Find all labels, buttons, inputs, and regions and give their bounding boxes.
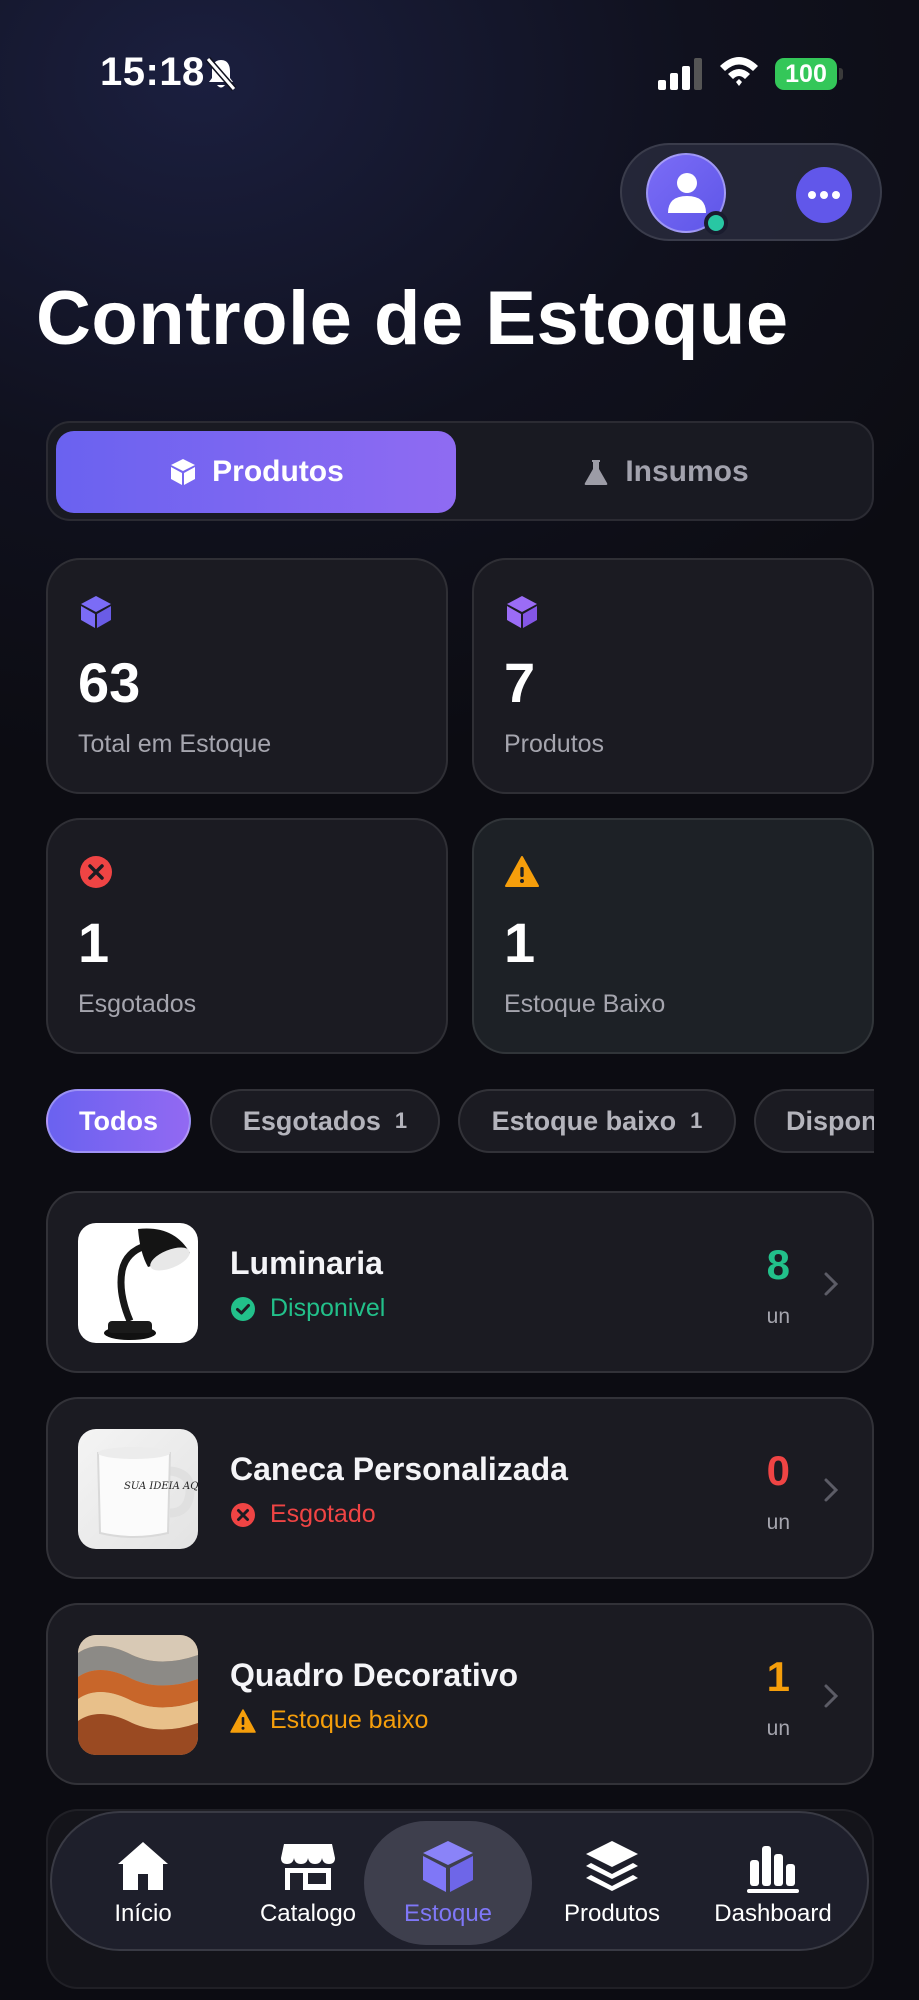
cube-icon — [507, 596, 537, 628]
chip-count: 1 — [394, 1108, 408, 1133]
stat-value: 1 — [78, 911, 110, 974]
warning-icon — [505, 856, 539, 887]
product-unit: un — [766, 1717, 790, 1740]
mug-print-text: SUA IDEIA AQUI! — [124, 1481, 198, 1492]
filter-chip-esgotados[interactable]: Esgotados 1 — [210, 1089, 440, 1153]
stat-label: Total em Estoque — [78, 730, 272, 758]
stat-value: 1 — [504, 911, 536, 974]
filter-chip-disponivel[interactable]: Disponivel — [754, 1089, 874, 1153]
product-card-quadro-decorativo[interactable]: Quadro Decorativo Estoque baixo 1 un — [46, 1603, 874, 1785]
product-status: Disponivel — [230, 1294, 385, 1323]
check-circle-icon — [231, 1296, 255, 1321]
product-unit: un — [766, 1305, 790, 1328]
product-status-label: Estoque baixo — [270, 1706, 429, 1734]
segment-label: Produtos — [212, 455, 344, 488]
filter-chips: Todos Esgotados 1 Estoque baixo 1 Dispon… — [46, 1089, 874, 1155]
chip-label: Esgotados — [242, 1105, 381, 1136]
tab-label: Dashboard — [714, 1900, 832, 1927]
bar-chart-icon — [747, 1846, 799, 1893]
filter-chip-todos[interactable]: Todos — [46, 1089, 191, 1153]
product-name: Luminaria — [230, 1245, 383, 1281]
status-bar: 15:18 100 — [0, 0, 919, 150]
product-status-label: Esgotado — [270, 1500, 376, 1528]
product-status: Esgotado — [230, 1500, 376, 1529]
status-time: 15:18 — [100, 50, 205, 94]
stat-card-total-estoque[interactable]: 63 Total em Estoque — [46, 558, 448, 794]
tab-label: Produtos — [563, 1900, 661, 1927]
product-card-caneca-personalizada[interactable]: SUA IDEIA AQUI! Caneca Personalizada Esg… — [46, 1397, 874, 1579]
segmented-control: Produtos Insumos — [46, 421, 874, 521]
page-title: Controle de Estoque — [36, 276, 789, 361]
layers-icon — [586, 1841, 638, 1891]
wifi-icon — [720, 57, 758, 86]
stat-label: Estoque Baixo — [504, 990, 666, 1018]
product-status-label: Disponivel — [270, 1294, 386, 1322]
product-thumbnail: SUA IDEIA AQUI! — [78, 1429, 198, 1549]
tab-estoque[interactable]: Estoque — [364, 1821, 532, 1945]
online-status-dot — [704, 211, 728, 235]
segment-label: Insumos — [625, 455, 749, 488]
header-actions — [620, 143, 882, 241]
product-status: Estoque baixo — [230, 1706, 428, 1735]
tab-dashboard[interactable]: Dashboard — [698, 1821, 848, 1945]
product-quantity: 8 — [766, 1241, 790, 1288]
tab-label: Estoque — [403, 1900, 493, 1927]
desk-lamp-image — [104, 1228, 190, 1340]
abstract-painting-image — [78, 1635, 198, 1755]
stat-card-estoque-baixo[interactable]: 1 Estoque Baixo — [472, 818, 874, 1054]
store-icon — [281, 1844, 335, 1890]
chevron-right-icon — [824, 1272, 839, 1296]
more-icon-dot — [832, 191, 840, 199]
segment-produtos[interactable]: Produtos — [56, 431, 456, 513]
home-icon — [118, 1842, 168, 1890]
chip-label: Disponivel — [786, 1105, 874, 1136]
chip-count: 1 — [690, 1108, 703, 1133]
product-quantity: 1 — [766, 1653, 790, 1700]
cube-icon — [171, 459, 196, 485]
product-name: Caneca Personalizada — [230, 1451, 568, 1487]
tab-inicio[interactable]: Início — [78, 1821, 208, 1945]
chevron-right-icon — [824, 1684, 839, 1708]
chip-label: Estoque baixo — [491, 1105, 677, 1136]
product-thumbnail — [78, 1635, 198, 1755]
product-card-luminaria[interactable]: Luminaria Disponivel 8 un — [46, 1191, 874, 1373]
x-circle-icon — [231, 1502, 255, 1527]
product-unit: un — [766, 1511, 790, 1534]
tab-label: Início — [114, 1900, 172, 1927]
bottom-tab-bar: Início Catalogo Estoque Produtos Dashboa… — [50, 1811, 869, 1951]
filter-chip-estoque-baixo[interactable]: Estoque baixo 1 — [458, 1089, 736, 1153]
product-thumbnail — [78, 1223, 198, 1343]
warning-icon — [230, 1708, 256, 1733]
tab-label: Catalogo — [259, 1900, 357, 1927]
x-circle-icon — [80, 856, 112, 888]
segment-insumos[interactable]: Insumos — [464, 431, 866, 513]
more-options-button[interactable] — [796, 167, 852, 223]
cellular-signal-icon — [658, 58, 702, 90]
battery-indicator: 100 — [775, 58, 843, 90]
stat-label: Produtos — [504, 730, 605, 758]
product-quantity: 0 — [766, 1447, 790, 1494]
stat-value: 63 — [78, 651, 141, 714]
cube-icon — [423, 1841, 473, 1892]
tab-produtos[interactable]: Produtos — [532, 1821, 692, 1945]
stat-card-produtos[interactable]: 7 Produtos — [472, 558, 874, 794]
chevron-right-icon — [824, 1478, 839, 1502]
stat-card-esgotados[interactable]: 1 Esgotados — [46, 818, 448, 1054]
cube-icon — [81, 596, 111, 628]
more-icon-dot — [808, 191, 816, 199]
more-icon-dot — [820, 191, 828, 199]
flask-icon — [584, 460, 608, 485]
profile-avatar-button[interactable] — [646, 153, 728, 235]
user-icon — [668, 173, 706, 213]
product-name: Quadro Decorativo — [230, 1657, 519, 1693]
bell-muted-icon — [205, 57, 237, 91]
chip-label: Todos — [79, 1105, 158, 1136]
stat-label: Esgotados — [78, 990, 197, 1018]
stat-value: 7 — [504, 651, 536, 714]
mug-image: SUA IDEIA AQUI! — [96, 1447, 198, 1538]
